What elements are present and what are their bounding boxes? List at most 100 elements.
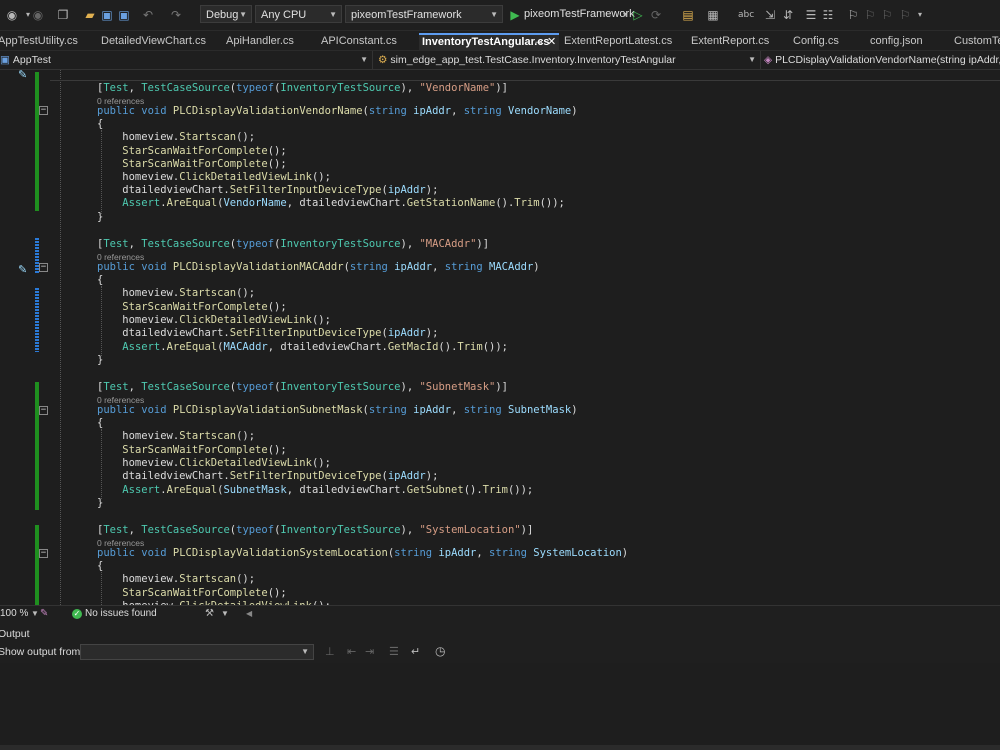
clear-all-icon[interactable]: ☰ bbox=[389, 645, 399, 658]
hot-reload-icon[interactable]: ⟳ bbox=[648, 7, 664, 23]
issues-status[interactable]: No issues found bbox=[85, 606, 157, 622]
test-case-name: MACAddr bbox=[425, 238, 471, 250]
getter-name: GetStationName bbox=[406, 197, 496, 209]
tab-extentreportlatest[interactable]: ExtentReportLatest.cs bbox=[564, 33, 684, 50]
layout-icon[interactable]: ▦ bbox=[705, 7, 721, 23]
clock-icon[interactable]: ◷ bbox=[435, 644, 445, 658]
code-editor[interactable]: ✎ ✎ − − − − [Test, TestCaseSource(typeof… bbox=[0, 70, 1000, 605]
next-bookmark-icon[interactable]: ⚐ bbox=[879, 7, 895, 23]
tab-extentreport[interactable]: ExtentReport.cs bbox=[691, 33, 786, 50]
intellicode-icon[interactable]: ✎ bbox=[40, 606, 48, 622]
code-line: StarScanWaitForComplete(); bbox=[122, 444, 287, 456]
back-navigate-icon[interactable]: ◉ bbox=[4, 7, 20, 23]
code-line: { bbox=[97, 118, 104, 130]
collapse-icon[interactable]: − bbox=[39, 549, 48, 558]
param-name: MACAddr bbox=[489, 261, 534, 273]
collapse-icon[interactable]: − bbox=[39, 263, 48, 272]
tab-apptestutility[interactable]: AppTestUtility.cs bbox=[0, 33, 94, 50]
uncomment-lines-icon[interactable]: ☷ bbox=[820, 7, 836, 23]
step-over-icon[interactable]: ⇵ bbox=[780, 7, 796, 23]
method-icon: ◈ bbox=[764, 54, 773, 66]
zoom-level[interactable]: 100 % bbox=[0, 606, 28, 622]
tab-detailedviewchart[interactable]: DetailedViewChart.cs bbox=[101, 33, 221, 50]
tab-label: AppTestUtility.cs bbox=[0, 35, 78, 47]
param-name: ipAddr bbox=[413, 404, 452, 416]
member-name: PLCDisplayValidationVendorName(string ip… bbox=[775, 54, 1000, 66]
change-indicator bbox=[35, 525, 39, 605]
bookmark-icon[interactable]: ⚐ bbox=[845, 7, 861, 23]
toolbar-overflow-icon[interactable]: ▾ bbox=[912, 7, 928, 23]
undo-icon[interactable]: ↶ bbox=[140, 7, 156, 23]
cleanup-brush-icon[interactable]: ⚒ bbox=[205, 606, 214, 622]
tab-customtes[interactable]: CustomTes bbox=[954, 33, 1000, 50]
code-line: [Test, TestCaseSource(typeof(InventoryTe… bbox=[97, 524, 534, 536]
tab-config-cs[interactable]: Config.cs bbox=[793, 33, 863, 50]
output-panel-header: Output bbox=[0, 626, 1000, 642]
test-case-name: VendorName bbox=[425, 82, 490, 94]
pin-icon[interactable]: ⊸ bbox=[535, 35, 543, 49]
prev-bookmark-icon[interactable]: ⚐ bbox=[862, 7, 878, 23]
startup-project-select[interactable]: pixeomTestFramework ▼ bbox=[345, 5, 503, 23]
tab-config-json[interactable]: config.json bbox=[870, 33, 948, 50]
tab-apihandler[interactable]: ApiHandler.cs bbox=[226, 33, 316, 50]
forward-navigate-icon[interactable]: ◉ bbox=[30, 7, 46, 23]
test-source-name: InventoryTestSource bbox=[280, 524, 401, 536]
redo-icon[interactable]: ↷ bbox=[168, 7, 184, 23]
tab-label: CustomTes bbox=[954, 35, 1000, 47]
class-dropdown[interactable]: ⚙ sim_edge_app_test.TestCase.Inventory.In… bbox=[378, 51, 761, 69]
tab-label: Config.cs bbox=[793, 35, 839, 47]
tab-inventorytestangular[interactable]: InventoryTestAngular.cs ⊸ ✕ bbox=[419, 33, 559, 50]
find-message-icon[interactable]: ⊥ bbox=[325, 645, 335, 658]
class-icon: ⚙ bbox=[378, 54, 388, 66]
code-line: homeview.ClickDetailedViewLink(); bbox=[97, 171, 331, 183]
code-line: homeview.Startscan(); bbox=[97, 573, 256, 585]
start-without-debugging-icon[interactable]: ▷ bbox=[630, 7, 646, 23]
browse-icon[interactable]: ▤ bbox=[680, 7, 696, 23]
chevron-down-icon[interactable]: ▼ bbox=[31, 606, 39, 622]
clear-bookmarks-icon[interactable]: ⚐ bbox=[897, 7, 913, 23]
configuration-select[interactable]: Debug ▼ bbox=[200, 5, 252, 23]
getter-name: GetSubnet bbox=[406, 484, 464, 496]
navigation-bar: ▣ AppTest ▼ ⚙ sim_edge_app_test.TestCase.In… bbox=[0, 51, 1000, 70]
save-all-icon[interactable]: ▣ bbox=[116, 7, 132, 23]
collapse-icon[interactable]: − bbox=[39, 406, 48, 415]
code-line: } bbox=[97, 354, 104, 366]
tab-label: DetailedViewChart.cs bbox=[101, 35, 206, 47]
open-folder-icon[interactable]: ▰ bbox=[82, 7, 98, 23]
chevron-down-icon: ▼ bbox=[239, 10, 247, 19]
test-source-name: InventoryTestSource bbox=[280, 238, 401, 250]
output-source-select[interactable]: ▼ bbox=[80, 644, 314, 660]
platform-value: Any CPU bbox=[261, 9, 307, 21]
start-debugging-icon[interactable]: ▶ bbox=[507, 7, 523, 23]
spell-check-icon[interactable]: abc bbox=[738, 7, 754, 23]
platform-select[interactable]: Any CPU ▼ bbox=[255, 5, 342, 23]
output-text-area[interactable] bbox=[0, 663, 1000, 745]
param-name: SubnetMask bbox=[508, 404, 572, 416]
save-icon[interactable]: ▣ bbox=[99, 7, 115, 23]
main-toolbar: ◉ ▾ ◉ ❐ ▰ ▣ ▣ ↶ ↷ Debug ▼ Any CPU ▼ pixeom… bbox=[0, 0, 1000, 31]
chevron-down-icon: ▼ bbox=[301, 647, 309, 656]
scroll-left-icon[interactable]: ◀ bbox=[246, 606, 252, 622]
collapse-icon[interactable]: − bbox=[39, 106, 48, 115]
test-source-name: InventoryTestSource bbox=[280, 82, 401, 94]
new-project-icon[interactable]: ❐ bbox=[55, 7, 71, 23]
prev-message-icon[interactable]: ⇤ bbox=[347, 645, 356, 658]
code-line: [Test, TestCaseSource(typeof(InventoryTe… bbox=[97, 82, 508, 94]
chevron-down-icon[interactable]: ▼ bbox=[221, 606, 229, 622]
project-name: AppTest bbox=[12, 54, 51, 66]
word-wrap-icon[interactable]: ↵ bbox=[411, 645, 420, 658]
code-line: } bbox=[97, 211, 104, 223]
comment-lines-icon[interactable]: ☰ bbox=[803, 7, 819, 23]
close-icon[interactable]: ✕ bbox=[547, 35, 556, 49]
step-into-icon[interactable]: ⇲ bbox=[762, 7, 778, 23]
indent-guide bbox=[60, 70, 61, 605]
class-name: sim_edge_app_test.TestCase.Inventory.Inv… bbox=[390, 54, 676, 66]
tab-apiconstant[interactable]: APIConstant.cs bbox=[321, 33, 416, 50]
code-line: StarScanWaitForComplete(); bbox=[122, 587, 287, 599]
tab-label: config.json bbox=[870, 35, 923, 47]
code-line: public void PLCDisplayValidationSubnetMa… bbox=[97, 404, 578, 416]
tab-label: InventoryTestAngular.cs bbox=[422, 36, 550, 48]
next-message-icon[interactable]: ⇥ bbox=[365, 645, 374, 658]
member-dropdown[interactable]: ◈ PLCDisplayValidationVendorName(string i… bbox=[764, 51, 1000, 69]
project-dropdown[interactable]: ▣ AppTest ▼ bbox=[0, 51, 373, 69]
